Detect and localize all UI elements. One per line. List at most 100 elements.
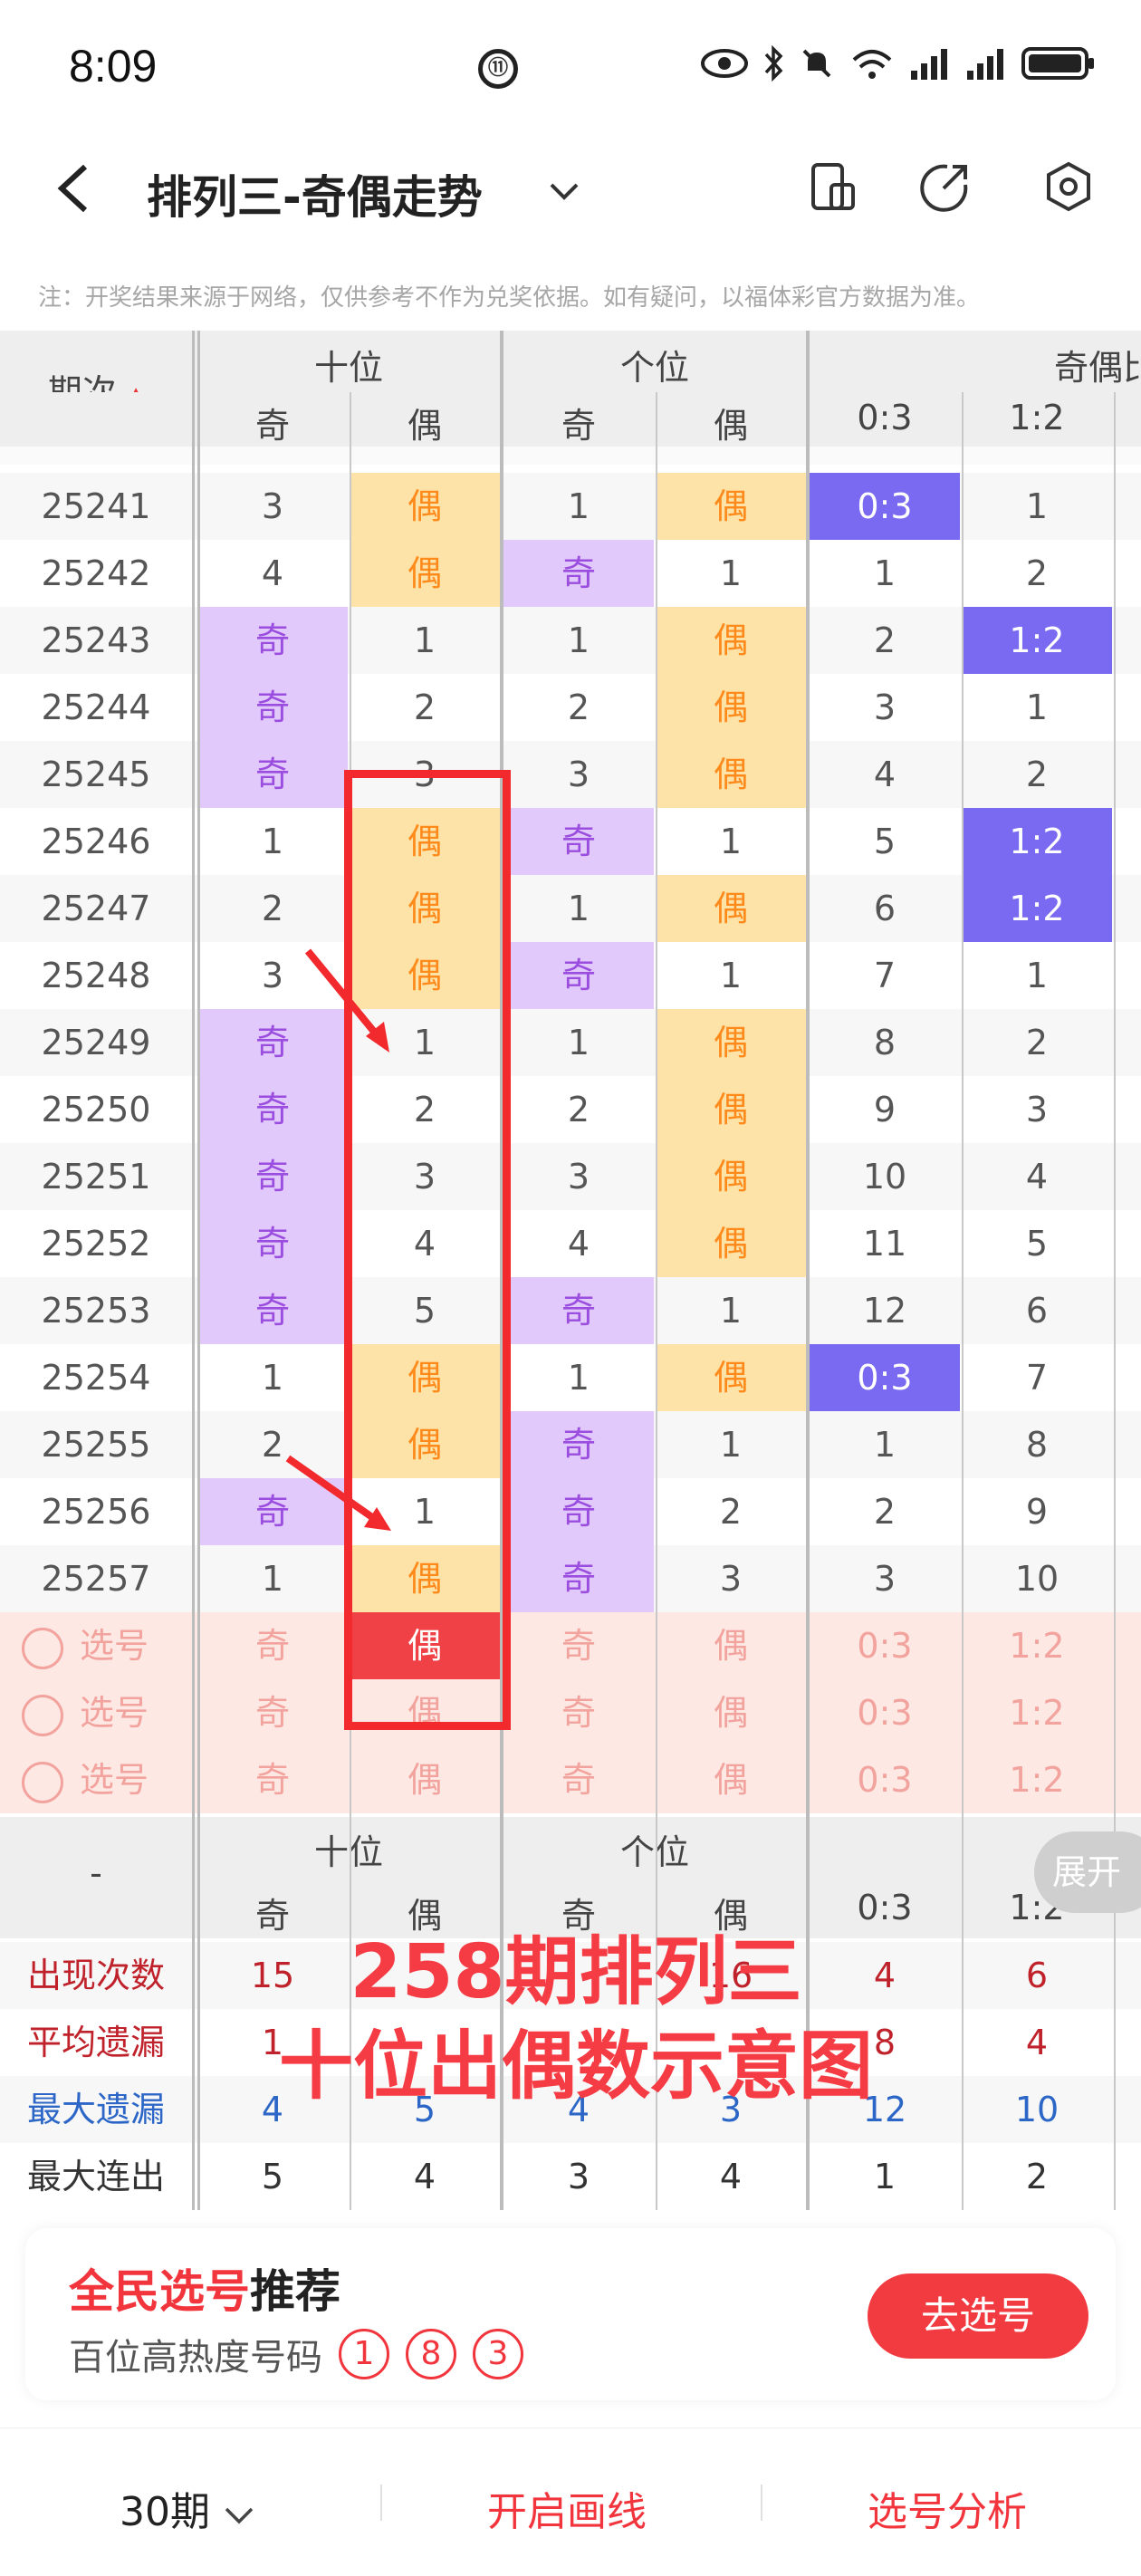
trend-cell: 2 (1025, 1023, 1049, 1062)
trend-cell: 偶 (656, 741, 806, 808)
trend-cell: 偶 (656, 674, 806, 741)
trend-cell: 2 (873, 1492, 896, 1532)
select-option[interactable]: 奇 (503, 1612, 654, 1679)
trend-cell: 奇 (197, 1277, 348, 1344)
stats-dash: - (90, 1853, 102, 1893)
trend-cell: 1 (1025, 486, 1049, 526)
period-cell: 25250 (41, 1090, 151, 1129)
trend-cell: 1 (719, 1425, 743, 1465)
signal-icon-2 (965, 45, 1007, 85)
trend-cell: 1 (261, 1559, 284, 1599)
number-analysis-button[interactable]: 选号分析 (868, 2479, 1027, 2537)
select-option[interactable]: 偶 (656, 1746, 806, 1813)
stats-value: 5 (261, 2157, 284, 2196)
period-cell: 25245 (41, 755, 151, 794)
periods-select[interactable]: 30期 (120, 2479, 255, 2537)
trend-cell: 偶 (656, 1210, 806, 1277)
trend-cell: 偶 (656, 1143, 806, 1210)
trend-cell: 5 (1025, 1224, 1049, 1264)
select-option[interactable]: 奇 (503, 1679, 654, 1746)
select-option[interactable]: 奇 (197, 1746, 348, 1813)
select-option[interactable]: 1:2 (962, 1746, 1112, 1813)
trend-cell: 偶 (656, 607, 806, 674)
trend-cell: 9 (873, 1090, 896, 1129)
group-ratio: 奇偶比 (1054, 348, 1141, 388)
trend-cell: 偶 (656, 875, 806, 942)
select-option[interactable]: 1:2 (962, 1612, 1112, 1679)
trend-cell: 奇 (503, 1277, 654, 1344)
stats-label: 平均遗漏 (26, 2023, 165, 2062)
select-option[interactable]: 偶 (350, 1746, 500, 1813)
group-units: 个位 (619, 1832, 689, 1872)
period-cell: 25257 (41, 1559, 151, 1599)
go-select-button[interactable]: 去选号 (868, 2273, 1088, 2359)
column-divider (192, 331, 195, 2210)
period-cell: 25246 (41, 822, 151, 861)
trend-cell: 1:2 (962, 875, 1112, 942)
trend-cell: 1 (567, 1358, 590, 1398)
select-option[interactable]: 奇 (197, 1612, 348, 1679)
overlay-caption-1: 258期排列三 (350, 1929, 802, 2015)
trend-cell: 奇 (503, 1411, 654, 1478)
select-label[interactable]: 选号 (22, 1746, 194, 1813)
trend-cell: 1 (1025, 956, 1049, 995)
select-option[interactable]: 0:3 (810, 1612, 960, 1679)
column-divider (962, 392, 964, 2210)
expand-button[interactable]: 展开 (1034, 1831, 1141, 1913)
select-option[interactable]: 奇 (503, 1746, 654, 1813)
select-option[interactable]: 1:2 (962, 1679, 1112, 1746)
back-arrow-icon[interactable] (54, 161, 91, 230)
select-option[interactable]: 奇 (197, 1679, 348, 1746)
screen-rotate-icon[interactable] (806, 161, 860, 216)
share-icon[interactable] (918, 161, 973, 216)
period-cell: 25247 (41, 889, 151, 928)
draw-lines-button[interactable]: 开启画线 (487, 2479, 647, 2537)
trend-cell: 3 (261, 486, 284, 526)
trend-cell: 1 (873, 1425, 896, 1465)
trend-cell: 奇 (503, 540, 654, 607)
settings-icon[interactable] (1041, 161, 1096, 216)
trend-cell: 奇 (503, 808, 654, 875)
trend-cell: 2 (413, 687, 436, 727)
wifi-icon (849, 45, 895, 85)
select-label[interactable]: 选号 (22, 1679, 194, 1746)
select-option[interactable]: 0:3 (810, 1746, 960, 1813)
trend-cell: 偶 (656, 473, 806, 540)
trend-cell: 8 (1025, 1425, 1049, 1465)
app-header: 排列三-奇偶走势 (0, 136, 1141, 245)
select-label[interactable]: 选号 (22, 1612, 194, 1679)
stats-label: 出现次数 (26, 1956, 165, 1995)
trend-cell: 偶 (656, 1009, 806, 1076)
table-header-row-2: 奇 偶 奇 偶 0:3 1:2 (0, 392, 1141, 447)
trend-cell: 7 (1025, 1358, 1049, 1398)
trend-cell: 奇 (197, 1076, 348, 1143)
trend-cell: 7 (873, 956, 896, 995)
period-cell: 25251 (41, 1157, 151, 1197)
units-even-header: 偶 (713, 406, 748, 446)
select-option[interactable]: 0:3 (810, 1679, 960, 1746)
select-option[interactable]: 偶 (656, 1612, 806, 1679)
app-notification-icon: ⑪ (478, 49, 518, 89)
disclaimer-note: 注：开奖结果来源于网络，仅供参考不作为兑奖依据。如有疑问，以福体彩官方数据为准。 (38, 284, 981, 312)
select-option[interactable]: 偶 (656, 1679, 806, 1746)
trend-cell: 1 (719, 553, 743, 593)
trend-cell: 4 (873, 755, 896, 794)
stats-label: 最大连出 (26, 2157, 165, 2196)
group-tens: 十位 (313, 348, 383, 388)
stats-value: 4 (413, 2157, 436, 2196)
trend-cell: 2 (567, 687, 590, 727)
trend-cell: 0:3 (810, 1344, 960, 1411)
trend-cell: 6 (873, 889, 896, 928)
trend-cell: 3 (873, 687, 896, 727)
trend-cell: 奇 (197, 1210, 348, 1277)
trend-cell: 10 (1014, 1559, 1060, 1599)
trend-cell: 1 (261, 1358, 284, 1398)
period-cell: 25248 (41, 956, 151, 995)
trend-cell: 0:3 (810, 473, 960, 540)
period-cell: 25249 (41, 1023, 151, 1062)
column-divider (1114, 392, 1116, 2210)
chevron-down-icon[interactable] (549, 170, 580, 210)
trend-cell: 1 (719, 1291, 743, 1331)
page-title[interactable]: 排列三-奇偶走势 (147, 161, 483, 226)
trend-cell: 1 (1025, 687, 1049, 727)
